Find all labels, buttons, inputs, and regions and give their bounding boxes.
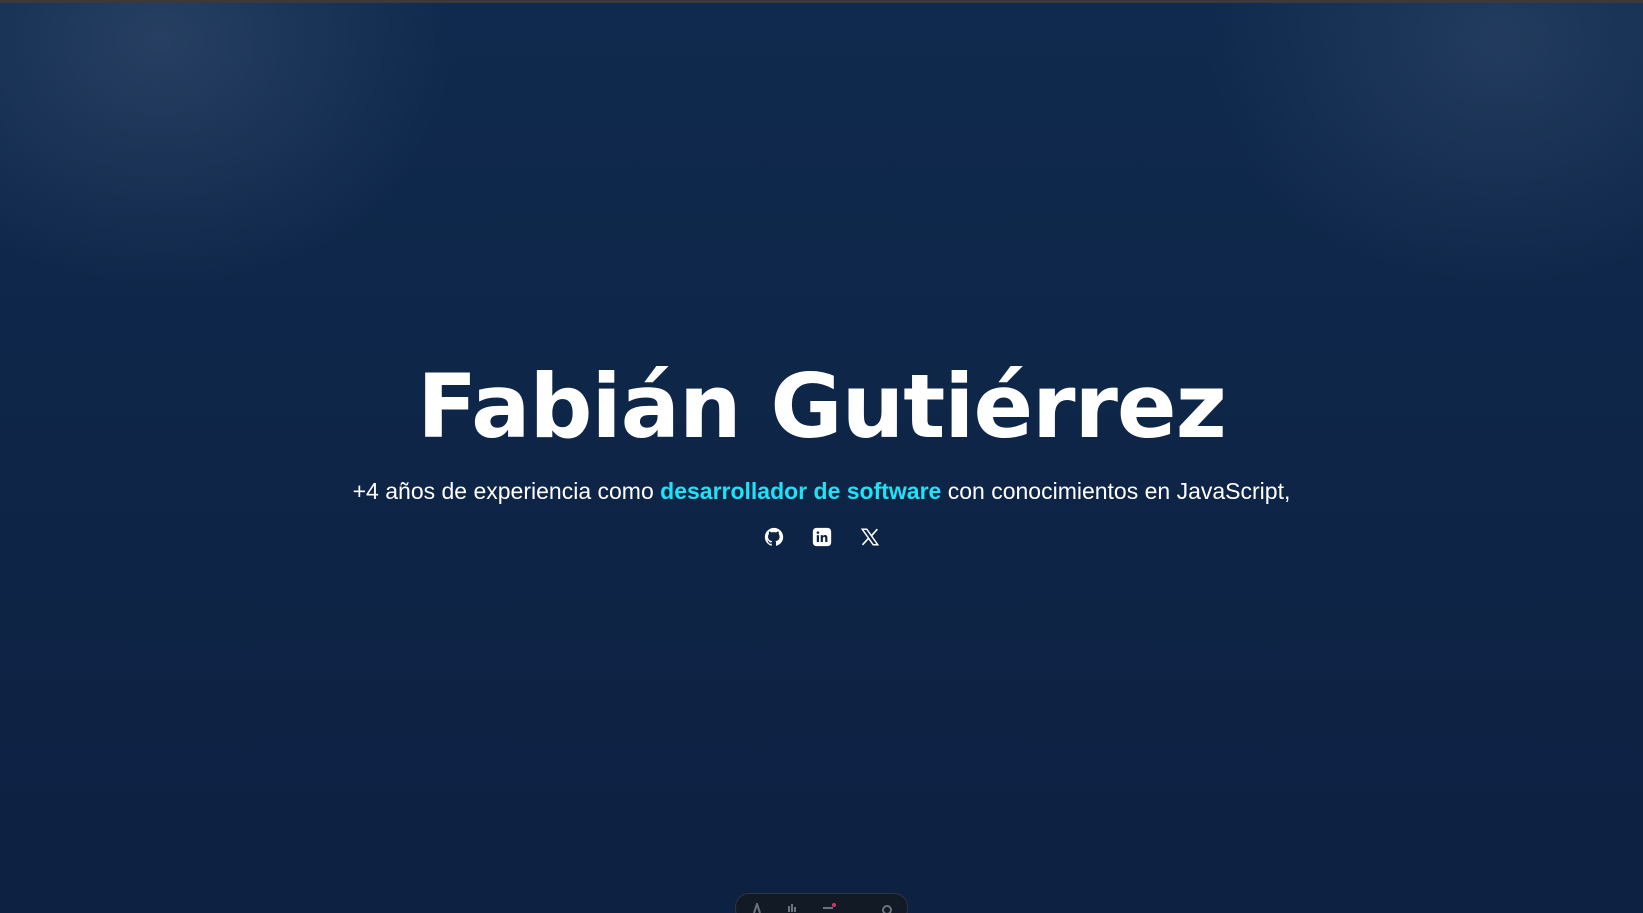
subtitle-highlight: desarrollador de software (660, 478, 942, 504)
subtitle-suffix: con conocimientos en JavaScript, (941, 478, 1291, 504)
audit-icon[interactable] (822, 900, 836, 910)
hero-subtitle: +4 años de experiencia como desarrollado… (0, 476, 1643, 506)
window-top-border (0, 0, 1643, 3)
social-links (0, 526, 1643, 548)
astro-icon[interactable] (750, 900, 764, 913)
github-icon (764, 527, 783, 546)
hero-section: Fabián Gutiérrez +4 años de experiencia … (0, 352, 1643, 548)
linkedin-icon (812, 527, 831, 547)
subtitle-prefix: +4 años de experiencia como (352, 478, 661, 504)
github-link[interactable] (763, 526, 785, 548)
x-twitter-icon (860, 528, 879, 546)
x-twitter-link[interactable] (859, 526, 881, 548)
linkedin-link[interactable] (811, 526, 833, 548)
settings-icon[interactable] (880, 900, 894, 913)
dev-toolbar (735, 893, 908, 913)
hero-name: Fabián Gutiérrez (417, 355, 1227, 458)
inspect-icon[interactable] (786, 900, 800, 912)
